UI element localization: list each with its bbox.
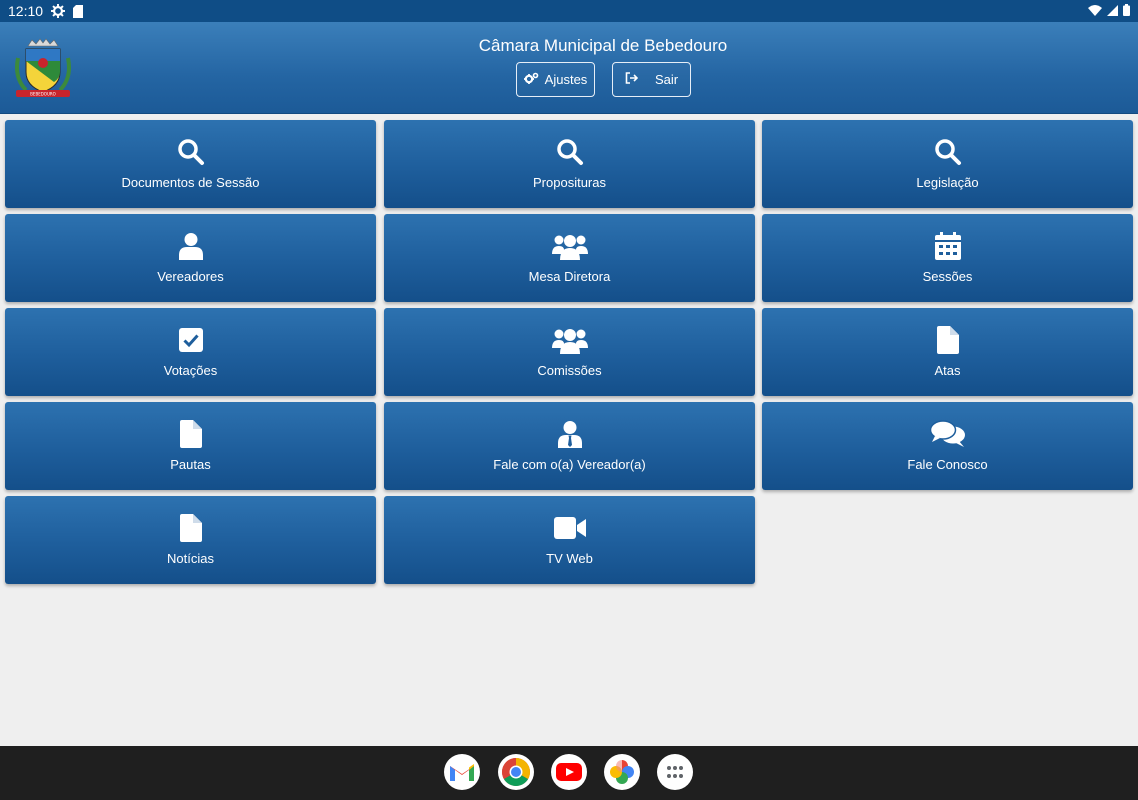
tile-vereadores[interactable]: Vereadores	[5, 214, 376, 302]
tile-label: Legislação	[916, 175, 979, 190]
tile-tv-web[interactable]: TV Web	[384, 496, 755, 584]
user-tie-icon	[557, 420, 582, 453]
tile-comissoes[interactable]: Comissões	[384, 308, 755, 396]
battery-icon	[1123, 3, 1130, 19]
tile-fale-conosco[interactable]: Fale Conosco	[762, 402, 1133, 490]
tile-label: Documentos de Sessão	[121, 175, 260, 190]
checkbox-icon	[178, 327, 203, 357]
sair-button[interactable]: Sair	[612, 62, 691, 97]
settings-notification-icon	[51, 4, 66, 18]
tile-label: Comissões	[537, 363, 602, 378]
sign-out-icon	[625, 72, 639, 87]
page-title: Câmara Municipal de Bebedouro	[478, 36, 728, 55]
tile-mesa-diretora[interactable]: Mesa Diretora	[384, 214, 755, 302]
sd-card-icon	[73, 4, 84, 18]
video-icon	[553, 516, 586, 544]
tile-label: Vereadores	[157, 269, 224, 284]
tile-label: Notícias	[167, 551, 214, 566]
tile-label: Proposituras	[533, 175, 606, 190]
user-icon	[178, 232, 203, 265]
tile-atas[interactable]: Atas	[762, 308, 1133, 396]
tile-label: Mesa Diretora	[528, 269, 611, 284]
users-icon	[551, 232, 588, 265]
tile-label: TV Web	[546, 551, 593, 566]
tile-label: Votações	[163, 363, 218, 378]
ajustes-label: Ajustes	[544, 72, 588, 87]
android-taskbar	[0, 746, 1138, 800]
wifi-icon	[1088, 3, 1102, 19]
gmail-icon[interactable]	[444, 754, 480, 790]
file-icon	[179, 419, 202, 453]
chrome-icon[interactable]	[498, 754, 534, 790]
file-icon	[936, 325, 959, 359]
youtube-icon[interactable]	[551, 754, 587, 790]
tile-legislacao[interactable]: Legislação	[762, 120, 1133, 208]
tile-documentos-de-sessao[interactable]: Documentos de Sessão	[5, 120, 376, 208]
sair-label: Sair	[654, 72, 679, 87]
gears-icon	[523, 72, 539, 87]
tile-noticias[interactable]: Notícias	[5, 496, 376, 584]
tile-fale-com-vereador[interactable]: Fale com o(a) Vereador(a)	[384, 402, 755, 490]
tile-label: Fale Conosco	[907, 457, 988, 472]
app-header: BEBEDOURO Câmara Municipal de Bebedouro …	[0, 22, 1138, 114]
tile-proposituras[interactable]: Proposituras	[384, 120, 755, 208]
status-bar: 12:10	[0, 0, 1138, 22]
tile-label: Pautas	[170, 457, 211, 472]
ajustes-button[interactable]: Ajustes	[516, 62, 595, 97]
tile-pautas[interactable]: Pautas	[5, 402, 376, 490]
search-icon	[556, 138, 584, 171]
users-icon	[551, 326, 588, 359]
signal-icon	[1107, 3, 1118, 19]
comments-icon	[929, 419, 966, 453]
svg-text:BEBEDOURO: BEBEDOURO	[30, 92, 56, 97]
search-icon	[934, 138, 962, 171]
file-icon	[179, 513, 202, 547]
tile-sessoes[interactable]: Sessões	[762, 214, 1133, 302]
photos-icon[interactable]	[604, 754, 640, 790]
tile-label: Atas	[934, 363, 961, 378]
tile-label: Sessões	[922, 269, 973, 284]
search-icon	[177, 138, 205, 171]
calendar-icon	[934, 231, 961, 265]
apps-icon[interactable]	[657, 754, 693, 790]
tile-votacoes[interactable]: Votações	[5, 308, 376, 396]
tile-label: Fale com o(a) Vereador(a)	[493, 457, 646, 472]
status-time: 12:10	[8, 3, 44, 19]
